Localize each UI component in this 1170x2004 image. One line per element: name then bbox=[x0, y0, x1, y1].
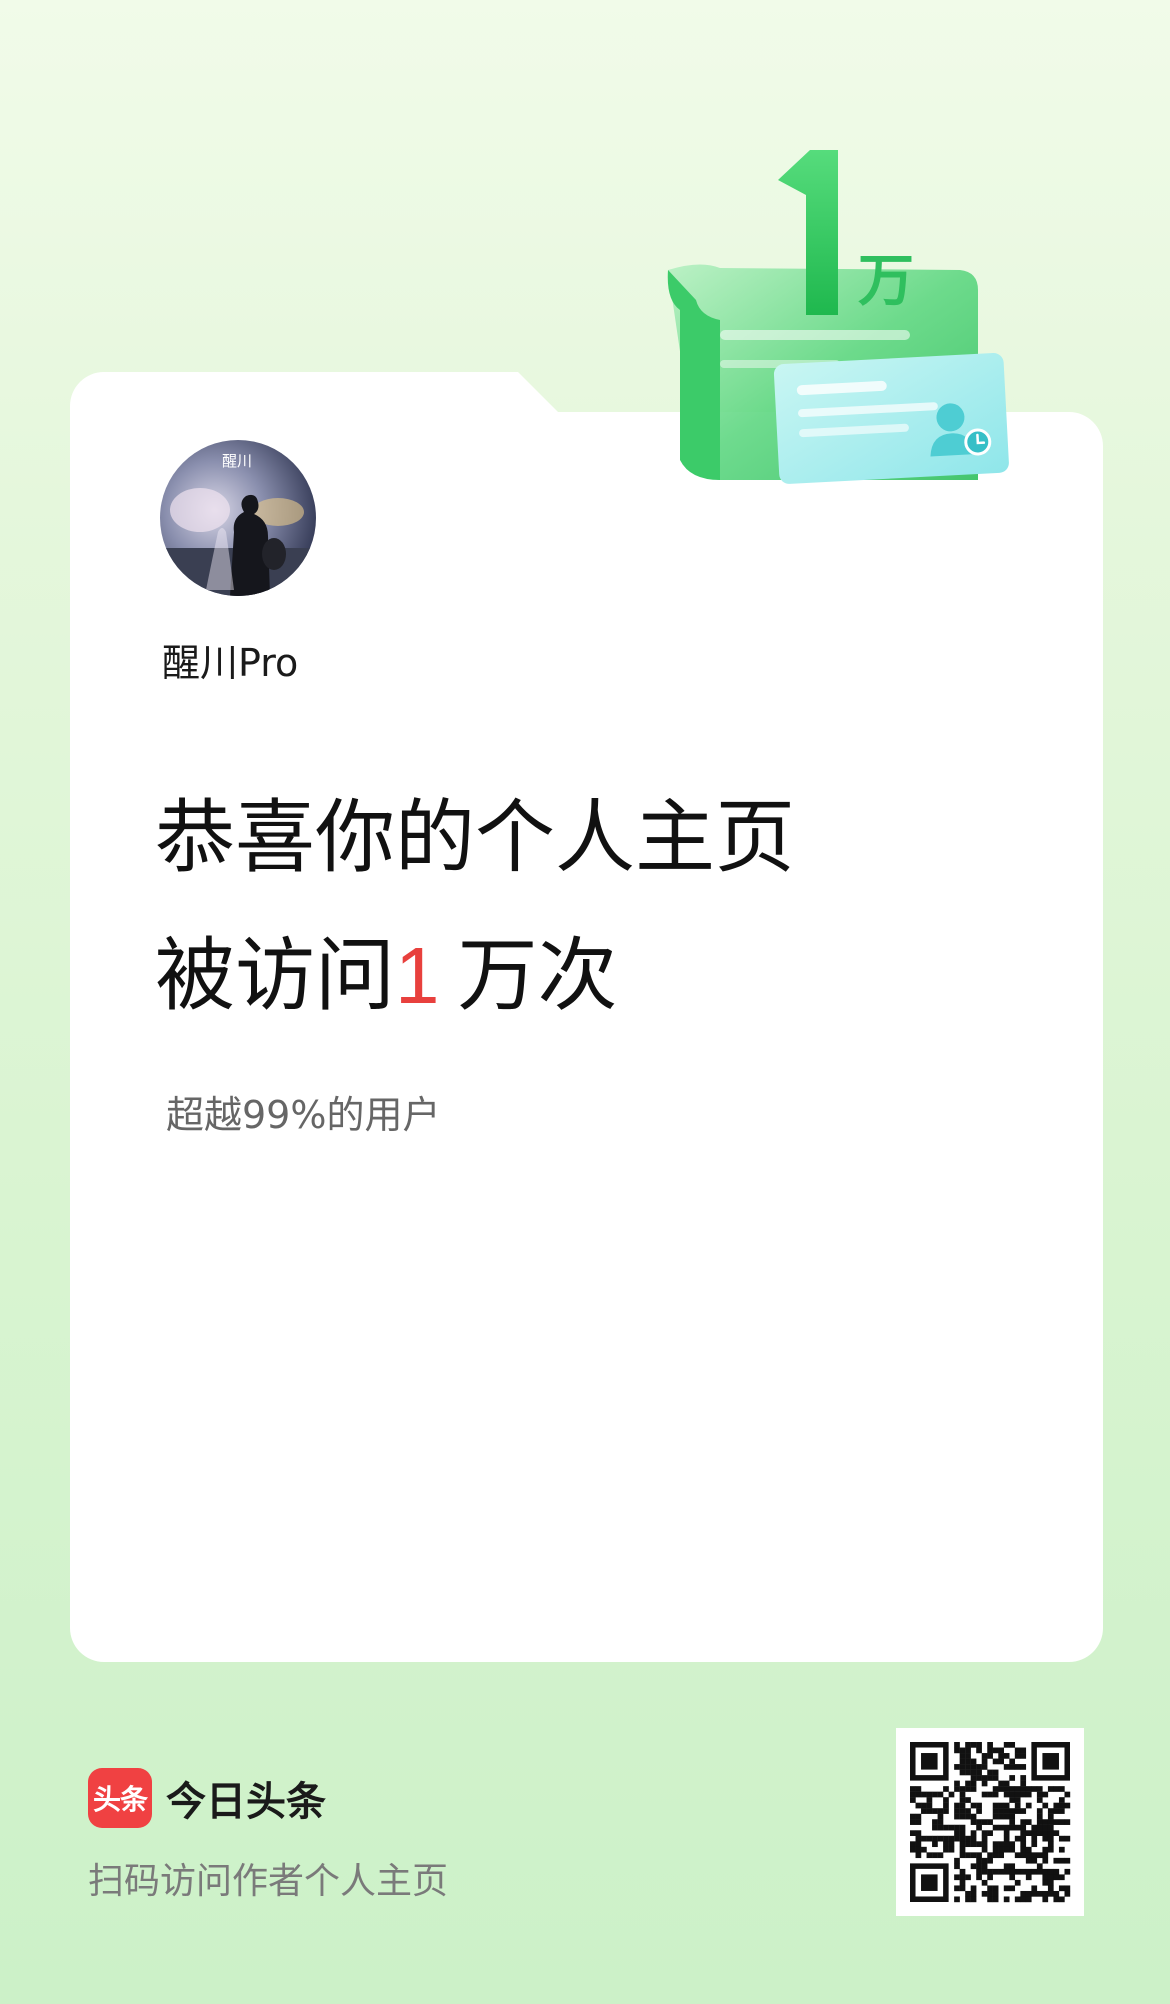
visit-milestone-illustration-icon: 万 bbox=[660, 140, 1020, 500]
app-logo: 头条 今日头条 bbox=[88, 1768, 326, 1828]
toutiao-logo-icon: 头条 bbox=[88, 1768, 152, 1828]
headline-prefix: 被访问 bbox=[155, 929, 395, 1022]
card-tab-slope bbox=[500, 372, 560, 414]
headline-line-1: 恭喜你的个人主页 bbox=[155, 791, 795, 884]
percentile-text: 超越99%的用户 bbox=[166, 1093, 441, 1137]
svg-text:醒川: 醒川 bbox=[222, 452, 252, 470]
visit-count-number: 1 bbox=[395, 931, 440, 1020]
avatar[interactable]: 醒川 bbox=[160, 440, 316, 596]
app-name: 今日头条 bbox=[166, 1779, 326, 1825]
qr-code-icon[interactable] bbox=[896, 1728, 1084, 1916]
username[interactable]: 醒川Pro bbox=[162, 632, 298, 687]
badge-unit: 万 bbox=[858, 249, 914, 314]
card-body bbox=[70, 412, 1103, 1662]
headline-suffix: 万次 bbox=[457, 929, 618, 1022]
headline-line-2: 被访问1 万次 bbox=[155, 936, 618, 1016]
scan-hint: 扫码访问作者个人主页 bbox=[88, 1861, 449, 1902]
